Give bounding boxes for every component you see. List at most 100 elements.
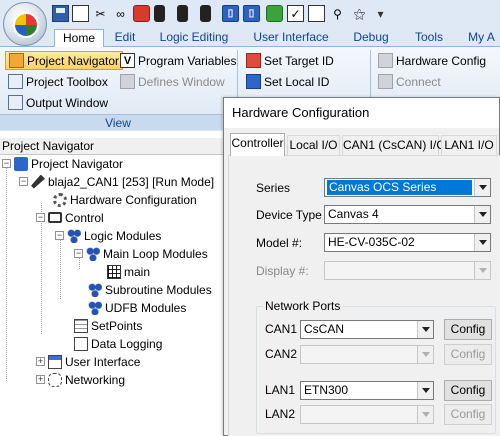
tree-node-networking[interactable]: + Networking: [36, 371, 125, 388]
user-interface-icon: [48, 354, 62, 369]
collapse-icon[interactable]: −: [19, 177, 28, 186]
lan1-config-button[interactable]: Config: [444, 380, 492, 401]
series-value: Canvas OCS Series: [327, 180, 472, 195]
lan2-label: LAN2: [265, 407, 296, 421]
tools-icon[interactable]: ✂: [92, 5, 109, 22]
chevron-down-icon[interactable]: [474, 179, 490, 196]
defines-window-label: Defines Window: [138, 74, 225, 89]
checkbox-icon[interactable]: ✓: [287, 5, 304, 22]
model-select[interactable]: HE-CV-035C-02: [324, 233, 491, 252]
tree-node-main[interactable]: main: [107, 263, 150, 280]
collapse-icon[interactable]: −: [55, 231, 64, 240]
tree-node-label: main: [124, 264, 151, 279]
tree-node-root[interactable]: − Project Navigator: [2, 155, 123, 172]
connect-label: Connect: [396, 74, 441, 89]
display-select[interactable]: [324, 261, 491, 280]
hardware-gear-icon: [53, 192, 67, 207]
set-target-id-button[interactable]: Set Target ID: [243, 51, 337, 70]
tree-node-user-interface[interactable]: + User Interface: [36, 353, 140, 370]
expand-icon[interactable]: +: [36, 375, 45, 384]
search-icon[interactable]: ⚲: [329, 5, 346, 22]
lan1-select[interactable]: ETN300: [300, 381, 434, 400]
tab-can1-io[interactable]: CAN1 (CsCAN) I/O: [342, 135, 446, 155]
traffic-light-icon[interactable]: [154, 5, 165, 22]
application-orb-button[interactable]: [3, 2, 47, 46]
tree-node-main-loop-modules[interactable]: − Main Loop Modules: [74, 245, 208, 262]
tab-lan1-io[interactable]: LAN1 I/O: [441, 135, 497, 155]
chevron-down-icon[interactable]: [474, 234, 490, 251]
chevron-down-icon[interactable]: [474, 262, 490, 279]
can2-config-button[interactable]: Config: [444, 344, 492, 365]
can2-select[interactable]: [300, 345, 434, 364]
tab-my-a[interactable]: My A: [463, 29, 500, 47]
magic-icon[interactable]: ⚝: [351, 5, 368, 22]
can1-select[interactable]: CsCAN: [300, 320, 434, 339]
document-icon[interactable]: [72, 5, 89, 22]
lan2-config-button[interactable]: Config: [444, 404, 492, 425]
lan1-value: ETN300: [304, 383, 349, 397]
tab-edit[interactable]: Edit: [108, 29, 142, 47]
tree-node-control[interactable]: − Control: [36, 209, 104, 226]
tree-node-udfb-modules[interactable]: UDFB Modules: [88, 299, 186, 316]
chevron-down-icon[interactable]: [474, 206, 490, 223]
tab-debug[interactable]: Debug: [344, 29, 398, 47]
data-logging-icon: [74, 336, 88, 351]
tree-node-controller[interactable]: − blaja2_CAN1 [253] [Run Mode]: [19, 173, 214, 190]
tab-home[interactable]: Home: [54, 29, 104, 47]
device-type-value: Canvas 4: [328, 207, 379, 221]
chevron-down-icon[interactable]: [417, 321, 433, 338]
ribbon-tabs: Home Edit Logic Editing User Interface D…: [0, 27, 500, 47]
download-icon[interactable]: ▯: [222, 5, 239, 22]
chevron-down-icon[interactable]: [417, 346, 433, 363]
tree-node-label: Hardware Configuration: [70, 192, 197, 207]
tab-tools[interactable]: Tools: [406, 29, 452, 47]
project-toolbox-button[interactable]: Project Toolbox: [5, 72, 111, 91]
monitor-icon[interactable]: [308, 5, 325, 22]
qat-dropdown-icon[interactable]: ▾: [372, 5, 389, 22]
tree-node-data-logging[interactable]: Data Logging: [74, 335, 162, 352]
series-select[interactable]: Canvas OCS Series: [324, 178, 491, 197]
tab-controller[interactable]: Controller: [230, 133, 285, 156]
collapse-icon[interactable]: −: [2, 159, 11, 168]
modules-icon: [88, 300, 102, 315]
dialog-title: Hardware Configuration: [224, 98, 499, 128]
tree-connector: [60, 239, 61, 299]
tree-node-subroutine-modules[interactable]: Subroutine Modules: [88, 281, 212, 298]
tab-local-io[interactable]: Local I/O: [287, 135, 340, 155]
set-local-id-button[interactable]: Set Local ID: [243, 72, 332, 91]
collapse-icon[interactable]: −: [74, 249, 83, 258]
save-icon[interactable]: [52, 5, 69, 22]
tab-logic-editing[interactable]: Logic Editing: [151, 29, 237, 47]
tree-node-setpoints[interactable]: SetPoints: [74, 317, 142, 334]
can2-label: CAN2: [265, 347, 298, 361]
link-icon[interactable]: ∞: [112, 5, 129, 22]
upload-icon[interactable]: ▯: [243, 5, 260, 22]
traffic-light-icon[interactable]: [177, 5, 188, 22]
chevron-down-icon[interactable]: [417, 406, 433, 423]
model-value: HE-CV-035C-02: [328, 235, 415, 249]
hardware-config-label: Hardware Config: [396, 53, 487, 68]
hardware-config-button[interactable]: Hardware Config: [375, 51, 489, 70]
tree-node-hardware-configuration[interactable]: Hardware Configuration: [53, 191, 197, 208]
target-icon: [246, 53, 261, 68]
expand-icon[interactable]: +: [36, 357, 45, 366]
chevron-down-icon[interactable]: [417, 382, 433, 399]
tab-user-interface[interactable]: User Interface: [246, 29, 336, 47]
tree-node-logic-modules[interactable]: − Logic Modules: [55, 227, 161, 244]
bug-icon[interactable]: [266, 5, 283, 22]
collapse-icon[interactable]: −: [36, 213, 45, 222]
defines-window-button[interactable]: Defines Window: [117, 72, 228, 91]
lan2-select[interactable]: [300, 405, 434, 424]
traffic-light-icon[interactable]: [200, 5, 211, 22]
tree-node-label: Project Navigator: [31, 156, 124, 171]
set-local-id-label: Set Local ID: [264, 74, 330, 89]
tree-node-label: Control: [65, 210, 104, 225]
device-type-select[interactable]: Canvas 4: [324, 205, 491, 224]
output-window-button[interactable]: Output Window: [5, 93, 111, 112]
project-navigator-button[interactable]: Project Navigator: [5, 51, 124, 70]
can1-config-button[interactable]: Config: [444, 319, 492, 340]
connect-button[interactable]: Connect: [375, 72, 444, 91]
stop-icon[interactable]: [133, 5, 150, 22]
program-variables-button[interactable]: V Program Variables: [117, 51, 239, 70]
tree-node-label: SetPoints: [91, 318, 143, 333]
